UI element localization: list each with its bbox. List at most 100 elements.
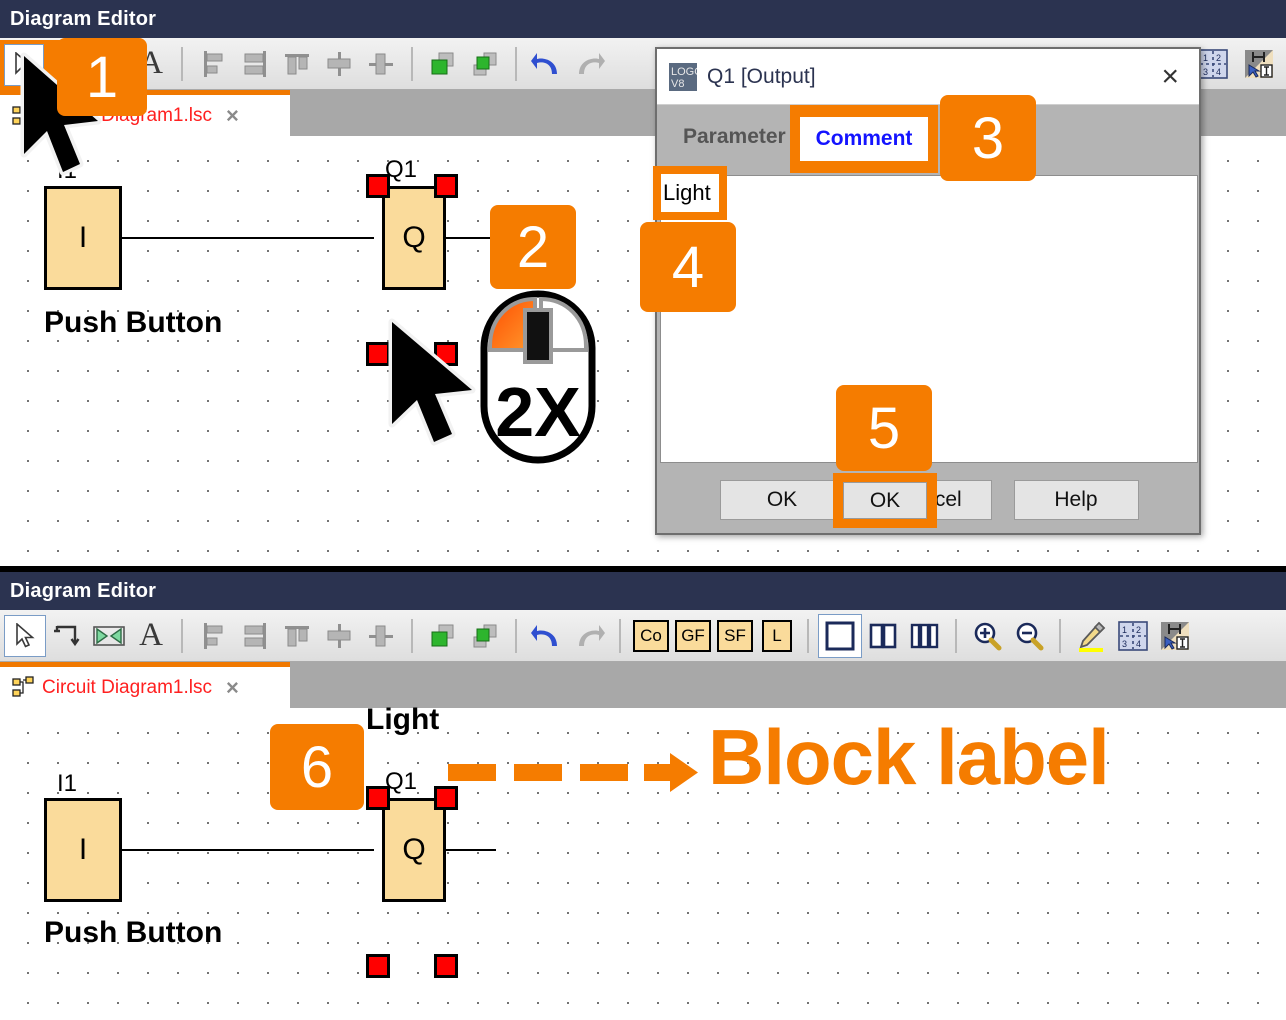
comment-tab-highlighted[interactable]: Comment xyxy=(800,117,928,161)
badge-6: 6 xyxy=(270,724,364,810)
bottom-select-tool[interactable] xyxy=(4,614,46,657)
zoom-in-button[interactable] xyxy=(966,614,1008,658)
send-to-back[interactable] xyxy=(464,42,506,86)
comment-field-highlighted[interactable]: Light xyxy=(661,174,719,212)
double-click-mouse-icon: 2X xyxy=(478,288,598,471)
text-A-icon: A xyxy=(139,617,163,653)
bottom-output-handle-br[interactable] xyxy=(434,954,458,978)
zoom-out-button[interactable] xyxy=(1008,614,1050,658)
top-output-handle-tl[interactable] xyxy=(366,174,390,198)
toolbar-separator xyxy=(1059,618,1061,653)
align-center-horizontal[interactable] xyxy=(360,42,402,86)
badge-4-label: 4 xyxy=(671,234,705,300)
toolbar-separator xyxy=(619,618,621,653)
toolbar-separator xyxy=(515,618,517,653)
ok-button-highlight-label: OK xyxy=(869,488,901,512)
selection-cursor-icon xyxy=(1245,49,1273,78)
bottom-output-handle-tl[interactable] xyxy=(366,786,390,810)
bottom-bring-to-front[interactable] xyxy=(422,614,464,658)
three-pane-view-button[interactable] xyxy=(904,614,946,658)
general-functions-button[interactable]: GF xyxy=(672,614,714,658)
bottom-tab-circuit-diagram[interactable]: Circuit Diagram1.lsc × xyxy=(0,662,290,708)
dialog-close-icon[interactable]: × xyxy=(1161,61,1179,92)
dialog-title-bar: LOGO V8 Q1 [Output] × xyxy=(657,49,1199,105)
bottom-wire-out xyxy=(446,849,496,851)
bottom-connect-tool[interactable] xyxy=(46,614,88,658)
svg-text:1: 1 xyxy=(1122,625,1127,635)
comment-tab-highlight-label: Comment xyxy=(815,127,913,150)
top-tab-close-icon[interactable]: × xyxy=(226,103,239,129)
bottom-undo[interactable] xyxy=(526,614,568,658)
bottom-align-right[interactable] xyxy=(234,614,276,658)
bottom-redo[interactable] xyxy=(568,614,610,658)
bottom-window-title: Diagram Editor xyxy=(0,572,1286,610)
bottom-align-center-vertical[interactable] xyxy=(318,614,360,658)
double-click-label: 2X xyxy=(495,373,581,451)
toolbar-separator xyxy=(181,46,183,81)
ok-button-highlighted[interactable]: OK xyxy=(843,482,927,519)
help-button-label: Help xyxy=(1054,488,1098,511)
tab-parameter[interactable]: Parameter xyxy=(669,115,800,159)
top-output-handle-tr[interactable] xyxy=(434,174,458,198)
single-view-button[interactable] xyxy=(818,613,862,658)
top-window-title-text: Diagram Editor xyxy=(10,7,157,30)
two-pane-icon xyxy=(869,623,897,648)
bottom-output-block[interactable]: Q xyxy=(382,798,446,902)
badge-5-label: 5 xyxy=(867,395,901,461)
toolbar-separator xyxy=(181,618,183,653)
align-center-vertical[interactable] xyxy=(318,42,360,86)
bottom-input-block[interactable]: I xyxy=(44,798,122,902)
bottom-tab-close-icon[interactable]: × xyxy=(226,675,239,701)
svg-text:3: 3 xyxy=(1203,67,1208,77)
ok-button[interactable]: OK xyxy=(719,480,845,520)
bottom-text-tool[interactable]: A xyxy=(130,614,172,658)
align-top-icon xyxy=(285,625,309,646)
undo[interactable] xyxy=(526,42,568,86)
badge-3-label: 3 xyxy=(971,105,1005,171)
selection-cursor-icon xyxy=(1161,621,1189,650)
two-pane-view-button[interactable] xyxy=(862,614,904,658)
badge-2: 2 xyxy=(490,205,576,289)
toolbar-separator xyxy=(515,46,517,81)
highlight-pen-button[interactable] xyxy=(1070,614,1112,658)
list-button[interactable]: L xyxy=(756,614,798,658)
badge-3: 3 xyxy=(940,95,1036,181)
redo[interactable] xyxy=(568,42,610,86)
top-input-block[interactable]: I xyxy=(44,186,122,290)
align-left[interactable] xyxy=(192,42,234,86)
align-center-vertical-icon xyxy=(327,623,351,648)
selection-cursor-button[interactable] xyxy=(1154,614,1196,658)
zoom-in-icon xyxy=(974,622,1002,650)
align-right-icon xyxy=(244,622,266,649)
bottom-output-handle-bl[interactable] xyxy=(366,954,390,978)
badge-6-label: 6 xyxy=(300,734,334,800)
svg-text:LOGO: LOGO xyxy=(671,66,697,78)
constants-button[interactable]: Co xyxy=(630,614,672,658)
bottom-toolbar: A Co GF SF L 1 2 3 4 xyxy=(0,610,1286,662)
align-right[interactable] xyxy=(234,42,276,86)
top-output-block[interactable]: Q xyxy=(382,186,446,290)
align-top[interactable] xyxy=(276,42,318,86)
block-label-annotation-text: Block label xyxy=(708,713,1110,801)
list-button-label: L xyxy=(762,619,792,652)
bring-to-front-icon xyxy=(431,624,454,646)
top-input-block-symbol: I xyxy=(78,221,88,254)
simulation-grid-icon: 1 2 3 4 xyxy=(1118,620,1148,651)
bottom-send-to-back[interactable] xyxy=(464,614,506,658)
special-functions-button[interactable]: SF xyxy=(714,614,756,658)
help-button[interactable]: Help xyxy=(1013,480,1139,520)
bottom-align-top[interactable] xyxy=(276,614,318,658)
bring-to-front[interactable] xyxy=(422,42,464,86)
toolbar-separator xyxy=(955,618,957,653)
bottom-input-block-name: I1 xyxy=(57,770,78,797)
svg-text:2: 2 xyxy=(1136,625,1141,635)
badge-5: 5 xyxy=(836,385,932,471)
selection-cursor-button-top[interactable] xyxy=(1238,42,1280,86)
bottom-cut-connection-tool[interactable] xyxy=(88,614,130,658)
simulation-table-button[interactable]: 1 2 3 4 xyxy=(1112,614,1154,658)
toolbar-separator xyxy=(411,618,413,653)
logo-soft-comfort-icon: LOGO V8 xyxy=(669,62,697,91)
undo-arrow-icon xyxy=(531,624,557,646)
bottom-align-center-horizontal[interactable] xyxy=(360,614,402,658)
bottom-align-left[interactable] xyxy=(192,614,234,658)
